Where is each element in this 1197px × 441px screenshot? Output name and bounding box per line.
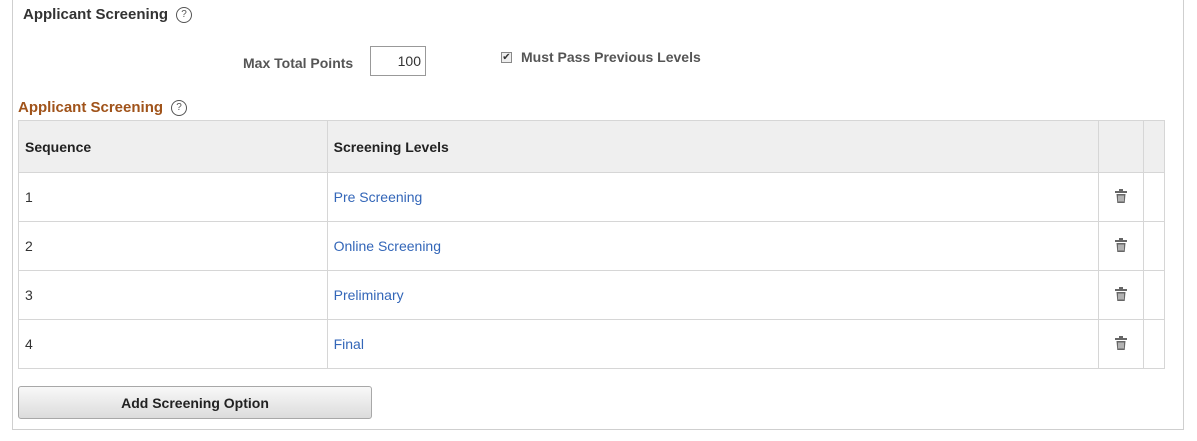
end-cell <box>1142 221 1166 271</box>
must-pass-checkbox[interactable]: ✔ <box>501 51 512 63</box>
table-row: 1 Pre Screening <box>18 172 1166 222</box>
sequence-cell: 4 <box>18 319 328 369</box>
help-icon[interactable]: ? <box>171 99 188 116</box>
end-cell <box>1142 270 1166 320</box>
grid-title: Applicant Screening ? <box>18 99 188 116</box>
end-cell <box>1142 172 1166 222</box>
delete-cell <box>1097 172 1144 222</box>
table-row: 2 Online Screening <box>18 221 1166 271</box>
max-total-points-label: Max Total Points <box>243 55 354 71</box>
screening-level-link[interactable]: Final <box>334 336 364 352</box>
must-pass-label: Must Pass Previous Levels <box>521 49 701 65</box>
sequence-cell: 1 <box>18 172 328 222</box>
sequence-cell: 3 <box>18 270 328 320</box>
trash-icon[interactable] <box>1113 188 1129 204</box>
table-row: 4 Final <box>18 319 1166 369</box>
trash-icon[interactable] <box>1113 237 1129 253</box>
delete-cell <box>1097 270 1144 320</box>
screening-level-cell: Online Screening <box>326 221 1099 271</box>
delete-cell <box>1097 319 1144 369</box>
screening-level-link[interactable]: Pre Screening <box>334 189 423 205</box>
screening-levels-grid: Sequence Screening Levels 1 Pre Screenin… <box>18 120 1166 369</box>
trash-icon[interactable] <box>1113 335 1129 351</box>
screening-level-link[interactable]: Preliminary <box>334 287 404 303</box>
column-header-screening-levels: Screening Levels <box>326 120 1099 173</box>
section-title: Applicant Screening ? <box>23 6 193 23</box>
column-header-sequence: Sequence <box>18 120 328 173</box>
end-cell <box>1142 319 1166 369</box>
add-screening-option-button[interactable]: Add Screening Option <box>18 386 372 419</box>
screening-level-cell: Final <box>326 319 1099 369</box>
help-icon[interactable]: ? <box>176 6 193 23</box>
column-header-end <box>1142 120 1166 173</box>
trash-icon[interactable] <box>1113 286 1129 302</box>
delete-cell <box>1097 221 1144 271</box>
screening-level-link[interactable]: Online Screening <box>334 238 441 254</box>
screening-level-cell: Pre Screening <box>326 172 1099 222</box>
grid-title-text: Applicant Screening <box>18 99 164 116</box>
section-title-text: Applicant Screening <box>23 6 169 23</box>
sequence-cell: 2 <box>18 221 328 271</box>
screening-level-cell: Preliminary <box>326 270 1099 320</box>
max-total-points-input[interactable] <box>370 46 426 76</box>
must-pass-previous-levels[interactable]: ✔ Must Pass Previous Levels <box>501 49 701 65</box>
table-row: 3 Preliminary <box>18 270 1166 320</box>
grid-header-row: Sequence Screening Levels <box>18 120 1166 173</box>
column-header-actions <box>1097 120 1144 173</box>
